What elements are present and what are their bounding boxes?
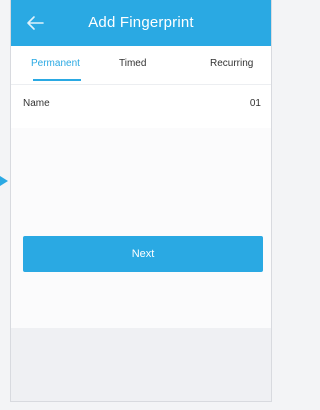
page-title: Add Fingerprint <box>88 14 194 31</box>
app-header: Add Fingerprint <box>11 0 271 46</box>
side-pointer-icon <box>0 173 8 186</box>
name-value[interactable]: 01 <box>250 98 261 109</box>
phone-screen: Add Fingerprint Permanent Timed Recurrin… <box>10 0 272 402</box>
name-label: Name <box>23 98 50 109</box>
active-tab-indicator <box>33 79 81 81</box>
content-area <box>11 128 271 328</box>
tab-bar: Permanent Timed Recurring <box>11 46 271 84</box>
tab-timed[interactable]: Timed <box>119 58 146 69</box>
next-button[interactable]: Next <box>23 236 263 272</box>
name-field-row[interactable]: Name 01 <box>11 84 271 128</box>
tab-permanent[interactable]: Permanent <box>31 58 80 69</box>
tab-recurring[interactable]: Recurring <box>210 58 253 69</box>
